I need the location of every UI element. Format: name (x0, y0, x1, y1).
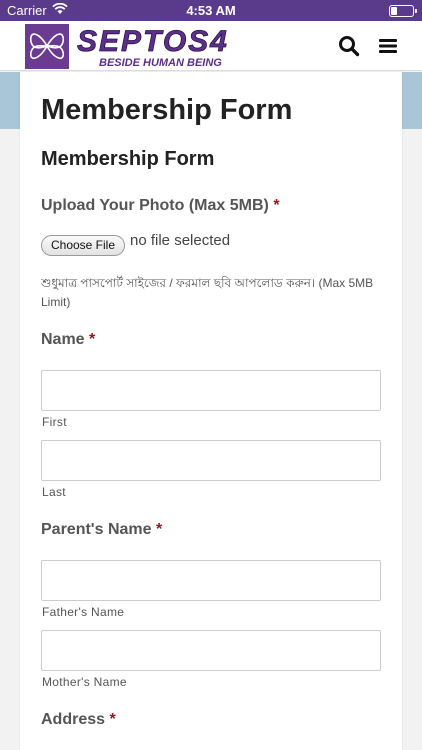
first-name-sublabel: First (42, 415, 67, 429)
father-name-input[interactable] (41, 560, 381, 601)
choose-file-button[interactable]: Choose File (41, 235, 125, 256)
form-card: Membership Form Membership Form Upload Y… (20, 72, 402, 750)
photo-help-text: শুধুমাত্র পাসপোর্ট সাইজের / ফরমাল ছবি আপ… (41, 276, 374, 309)
site-logo[interactable]: SEPTOS4 BESIDE HUMAN BEING (25, 24, 263, 69)
photo-upload-label: Upload Your Photo (Max 5MB) * (41, 197, 280, 214)
name-label: Name * (41, 331, 96, 348)
form-title: Membership Form (41, 148, 215, 170)
last-name-sublabel: Last (42, 485, 66, 499)
mother-name-sublabel: Mother's Name (42, 675, 127, 689)
search-button[interactable] (338, 35, 360, 57)
file-status-text: no file selected (130, 232, 231, 249)
first-name-input[interactable] (41, 370, 381, 411)
menu-button[interactable] (378, 36, 398, 56)
father-name-sublabel: Father's Name (42, 605, 125, 619)
logo-wordmark: SEPTOS4 (77, 25, 229, 58)
logo-tagline: BESIDE HUMAN BEING (99, 57, 222, 69)
battery-icon (389, 5, 417, 17)
required-marker: * (89, 331, 96, 348)
hamburger-menu-icon (379, 39, 397, 53)
parents-name-label: Parent's Name * (41, 521, 163, 538)
site-header: SEPTOS4 BESIDE HUMAN BEING (0, 21, 422, 71)
mother-name-input[interactable] (41, 630, 381, 671)
required-marker: * (273, 197, 280, 214)
page-title: Membership Form (41, 94, 293, 126)
required-marker: * (155, 521, 163, 538)
address-label: Address * (41, 711, 116, 728)
required-marker: * (109, 711, 116, 728)
status-bar: Carrier 4:53 AM (0, 0, 422, 21)
last-name-input[interactable] (41, 440, 381, 481)
search-icon (339, 36, 360, 57)
clock: 4:53 AM (186, 3, 236, 18)
